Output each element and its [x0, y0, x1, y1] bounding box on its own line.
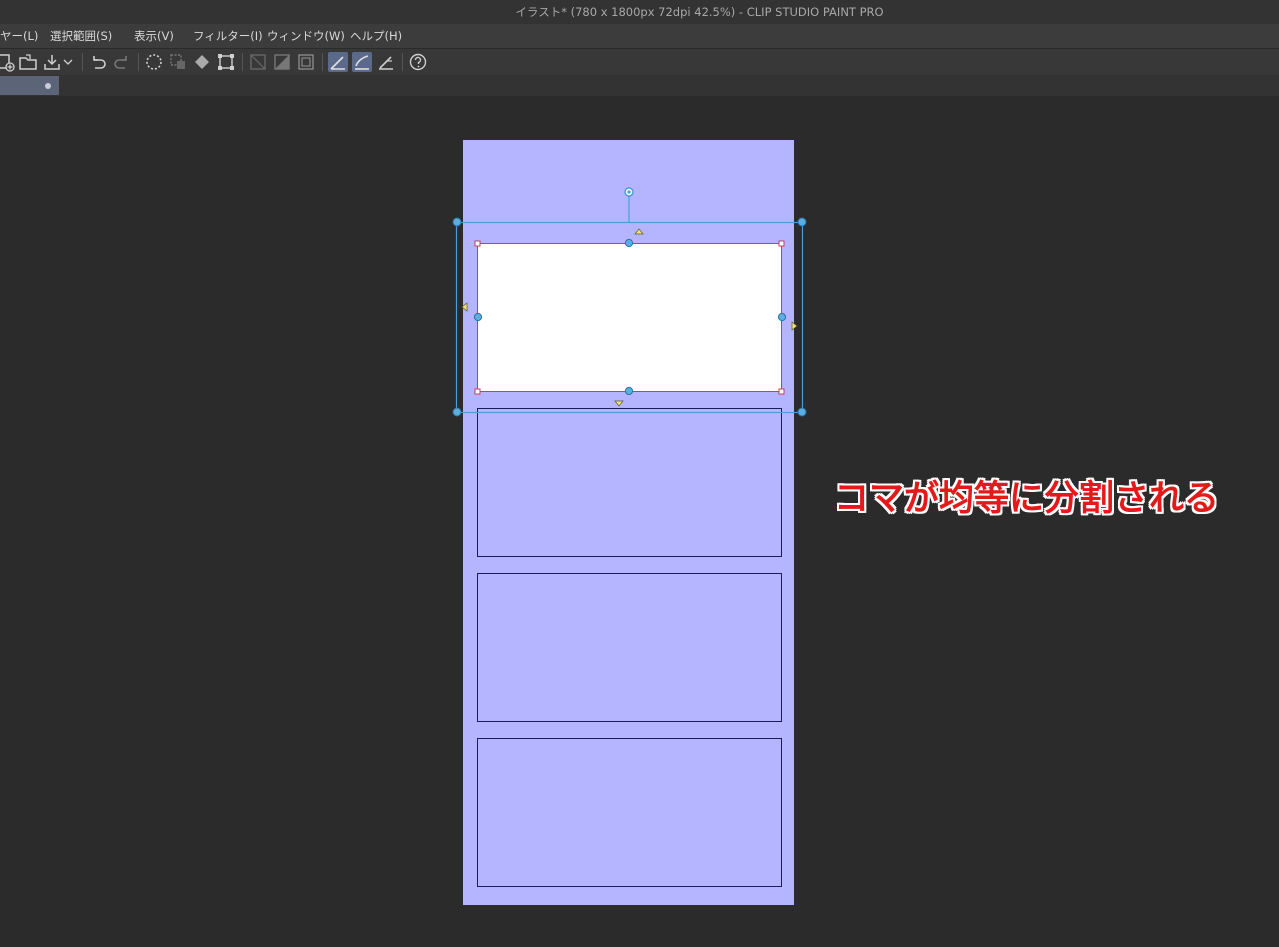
command-bar	[0, 48, 1279, 76]
crop-selection-icon[interactable]	[168, 52, 188, 72]
panel-corner-bottom-left[interactable]	[474, 388, 481, 395]
save-icon[interactable]	[42, 52, 62, 72]
undo-icon[interactable]	[88, 52, 108, 72]
panel-corner-top-left[interactable]	[474, 240, 481, 247]
toolbar-separator	[138, 53, 139, 71]
border-icon-2[interactable]	[272, 52, 292, 72]
panel-edge-handle-left[interactable]	[473, 312, 483, 322]
clear-selection-icon[interactable]	[144, 52, 164, 72]
panel-corner-bottom-right[interactable]	[778, 388, 785, 395]
new-canvas-icon[interactable]	[0, 52, 16, 72]
canvas-tab[interactable]	[0, 76, 59, 95]
open-folder-icon[interactable]	[18, 52, 38, 72]
border-icon-3[interactable]	[296, 52, 316, 72]
comic-panel-2[interactable]	[477, 408, 782, 557]
border-icon-1[interactable]	[248, 52, 268, 72]
unsaved-dot-icon[interactable]	[45, 83, 51, 89]
special-ruler-snap-icon[interactable]	[352, 52, 372, 72]
grid-snap-icon[interactable]	[376, 52, 396, 72]
toolbar-separator	[82, 53, 83, 71]
window-title: イラスト* (780 x 1800px 72dpi 42.5%) - CLIP …	[515, 5, 884, 19]
transform-icon[interactable]	[216, 52, 236, 72]
menu-bar: ヤー(L) 選択範囲(S) 表示(V) フィルター(I) ウィンドウ(W) ヘル…	[0, 24, 1279, 48]
canvas-tab-bar	[0, 75, 1279, 96]
toolbar-separator	[242, 53, 243, 71]
help-icon[interactable]	[408, 52, 428, 72]
menu-layer[interactable]: ヤー(L)	[0, 24, 38, 48]
panel-corner-top-right[interactable]	[778, 240, 785, 247]
resize-handle-bottom-left[interactable]	[452, 407, 462, 417]
menu-selection[interactable]: 選択範囲(S)	[50, 24, 112, 48]
redo-icon[interactable]	[112, 52, 132, 72]
panel-edge-handle-bottom[interactable]	[624, 386, 634, 396]
title-bar: イラスト* (780 x 1800px 72dpi 42.5%) - CLIP …	[0, 0, 1279, 24]
toolbar-separator	[322, 53, 323, 71]
menu-window[interactable]: ウィンドウ(W)	[267, 24, 345, 48]
annotation-text: コマが均等に分割される	[834, 479, 1220, 519]
panel-edge-handle-right[interactable]	[777, 312, 787, 322]
resize-handle-bottom-right[interactable]	[797, 407, 807, 417]
ruler-snap-icon[interactable]	[328, 52, 348, 72]
resize-handle-top-right[interactable]	[797, 217, 807, 227]
panel-edge-handle-top[interactable]	[624, 238, 634, 248]
comic-panel-3[interactable]	[477, 573, 782, 722]
comic-panel-1[interactable]	[477, 243, 782, 392]
dropdown-chevron-icon[interactable]	[62, 52, 74, 72]
menu-filter[interactable]: フィルター(I)	[193, 24, 263, 48]
menu-view[interactable]: 表示(V)	[134, 24, 174, 48]
menu-help[interactable]: ヘルプ(H)	[350, 24, 402, 48]
toolbar-separator	[402, 53, 403, 71]
rotation-handle[interactable]	[624, 187, 634, 197]
fill-icon[interactable]	[192, 52, 212, 72]
comic-panel-4[interactable]	[477, 738, 782, 887]
resize-handle-top-left[interactable]	[452, 217, 462, 227]
